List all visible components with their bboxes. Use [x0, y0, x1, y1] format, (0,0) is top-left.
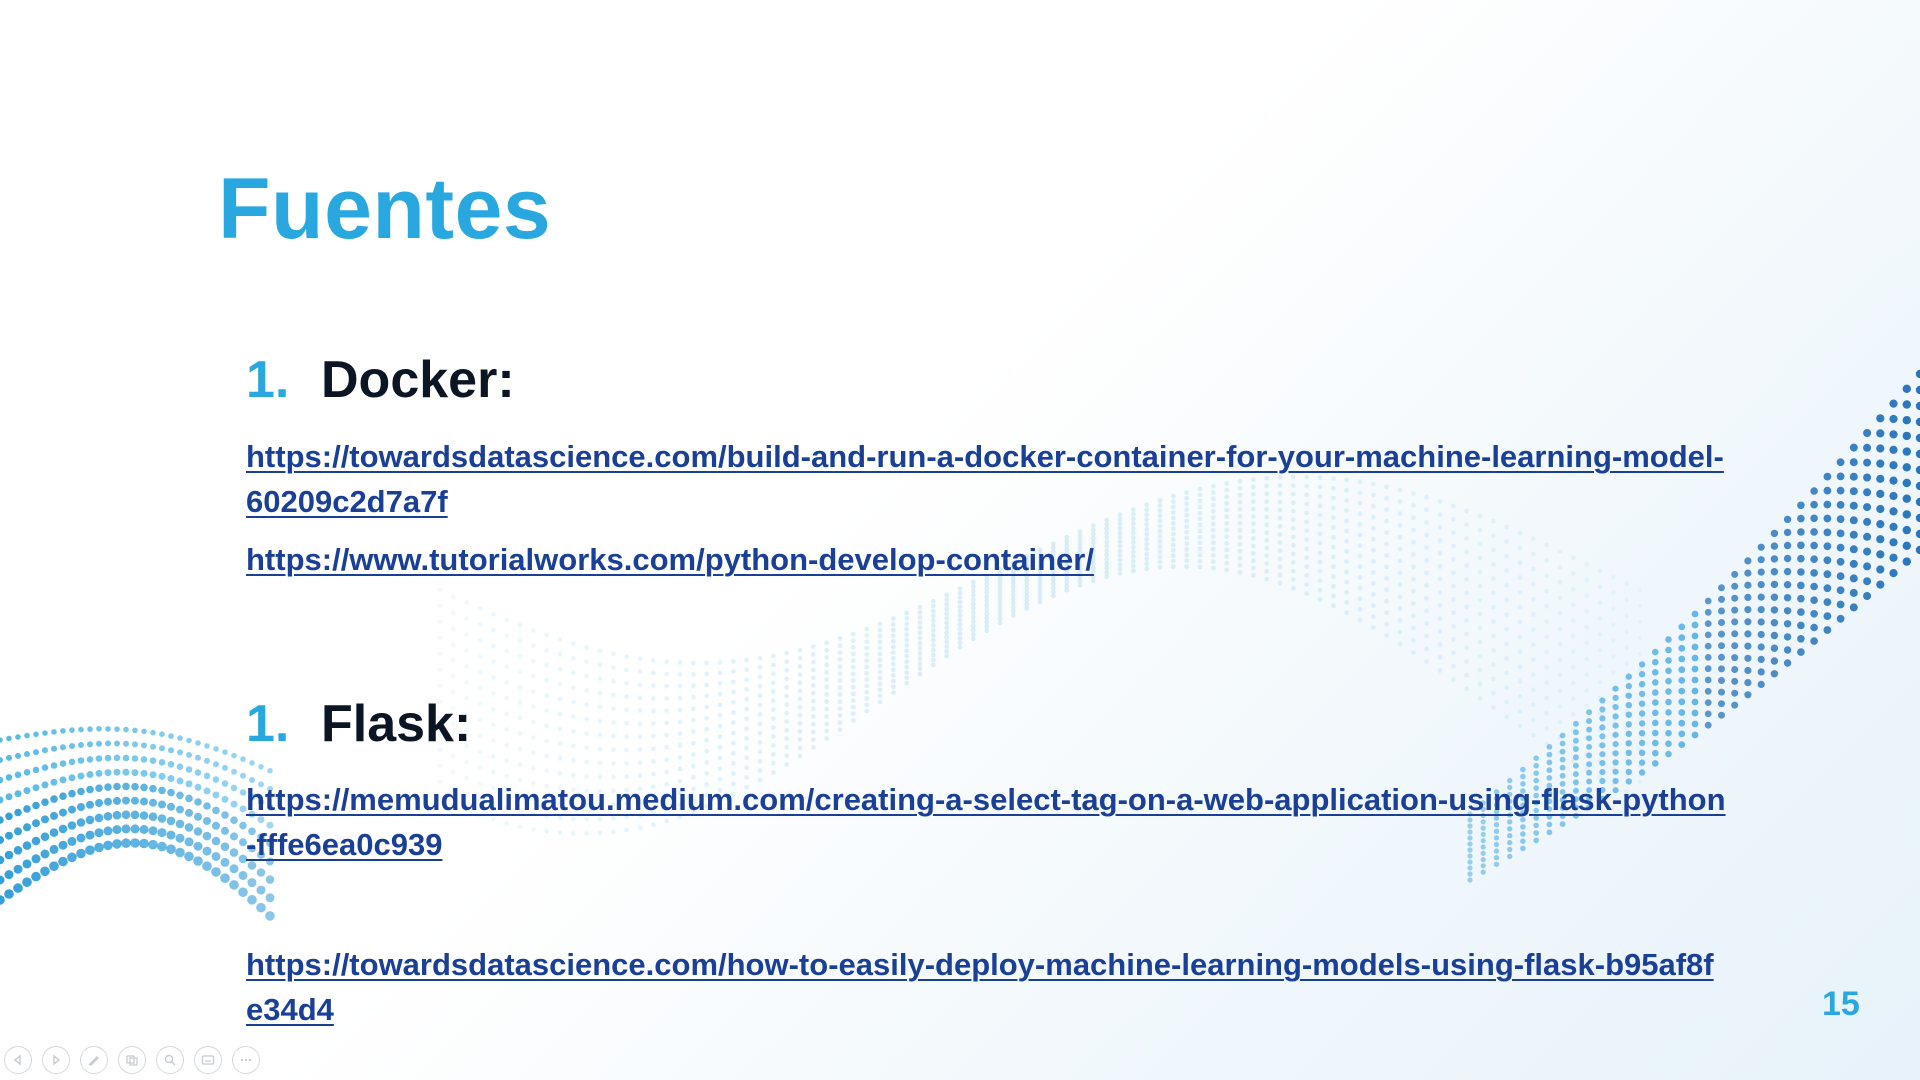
- source-link-flask-1[interactable]: https://memudualimatou.medium.com/creati…: [246, 777, 1726, 867]
- pen-icon[interactable]: [80, 1046, 108, 1074]
- slides-icon[interactable]: [118, 1046, 146, 1074]
- source-link-flask-2[interactable]: https://towardsdatascience.com/how-to-ea…: [246, 942, 1726, 1032]
- section-heading-label: Docker:: [321, 351, 515, 409]
- slide: Fuentes 1. Docker: https://towardsdatasc…: [0, 0, 1920, 1080]
- next-icon[interactable]: [42, 1046, 70, 1074]
- slide-title: Fuentes: [218, 161, 552, 257]
- page-number: 15: [1822, 985, 1860, 1023]
- subtitles-icon[interactable]: [194, 1046, 222, 1074]
- more-icon[interactable]: [232, 1046, 260, 1074]
- previous-icon[interactable]: [4, 1046, 32, 1074]
- source-link-docker-2[interactable]: https://www.tutorialworks.com/python-dev…: [246, 537, 1726, 582]
- source-link-docker-1[interactable]: https://towardsdatascience.com/build-and…: [246, 434, 1726, 524]
- zoom-icon[interactable]: [156, 1046, 184, 1074]
- list-number: 1.: [246, 695, 290, 753]
- section-heading-docker: 1. Docker:: [246, 350, 515, 410]
- section-heading-label: Flask:: [321, 695, 472, 753]
- list-number: 1.: [246, 351, 290, 409]
- presentation-toolbar: [4, 1046, 260, 1074]
- section-heading-flask: 1. Flask:: [246, 694, 471, 754]
